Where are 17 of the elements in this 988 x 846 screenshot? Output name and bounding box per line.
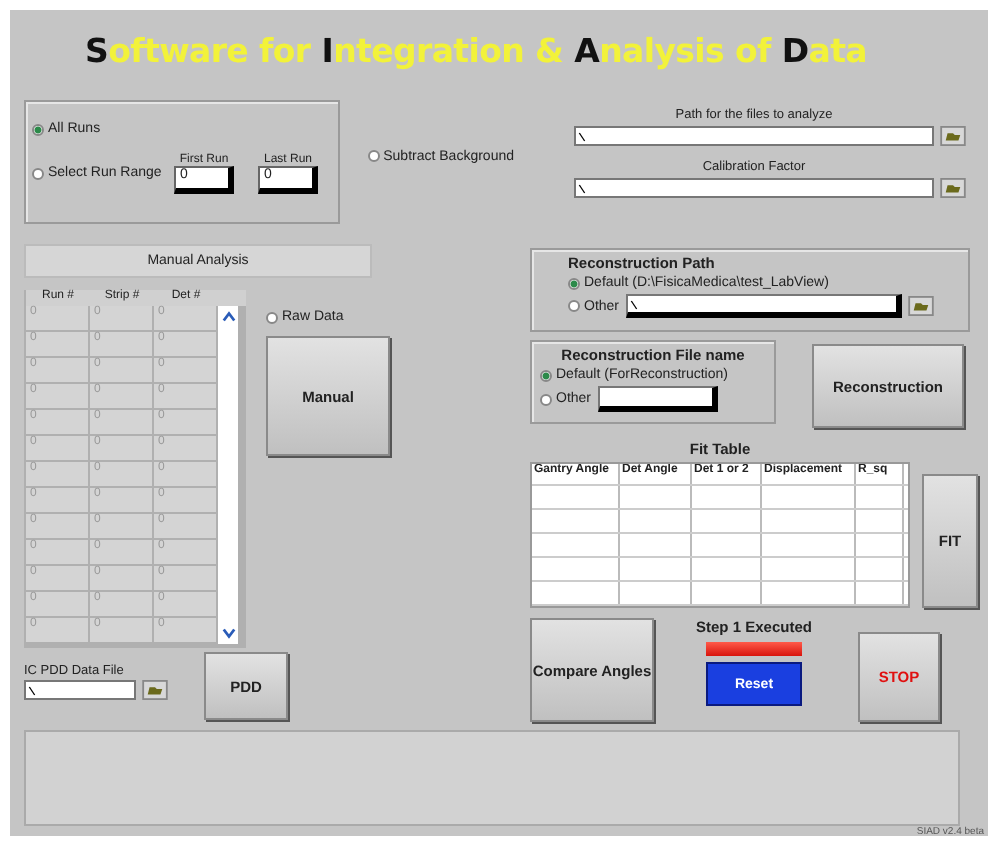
app-title: Software for Integration & Analysis of Data bbox=[82, 29, 870, 74]
path-field[interactable] bbox=[24, 680, 136, 700]
scrollbar[interactable] bbox=[218, 306, 238, 644]
scroll-up-icon[interactable] bbox=[221, 310, 235, 324]
folder-icon[interactable] bbox=[142, 680, 168, 700]
scroll-down-icon[interactable] bbox=[221, 626, 235, 640]
path-field[interactable] bbox=[625, 294, 902, 318]
folder-icon[interactable] bbox=[907, 296, 934, 316]
text-field[interactable] bbox=[597, 386, 718, 412]
path-field[interactable] bbox=[574, 126, 934, 146]
path-field[interactable] bbox=[574, 178, 934, 198]
path-icon bbox=[629, 297, 638, 311]
path-icon bbox=[578, 129, 586, 143]
folder-icon[interactable] bbox=[940, 178, 966, 198]
folder-icon[interactable] bbox=[940, 126, 966, 146]
path-icon bbox=[578, 181, 586, 195]
path-icon bbox=[28, 683, 36, 697]
